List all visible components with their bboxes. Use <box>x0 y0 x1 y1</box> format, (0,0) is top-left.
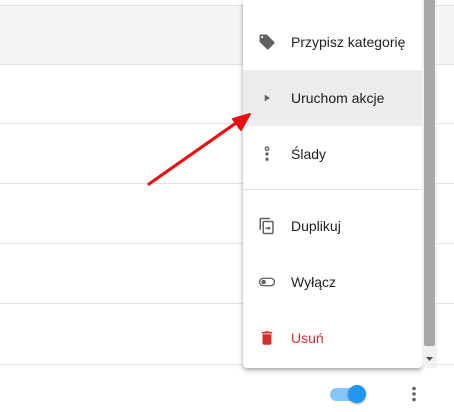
more-options-icon[interactable] <box>404 384 424 404</box>
toggle-thumb <box>348 385 366 403</box>
context-menu: Przypisz kategorię Uruchom akcje Ślady D… <box>243 0 422 368</box>
duplicate-icon <box>258 217 276 235</box>
menu-item-duplicate[interactable]: Duplikuj <box>243 198 422 254</box>
trash-icon <box>258 329 276 347</box>
menu-item-assign-category[interactable]: Przypisz kategorię <box>243 14 422 70</box>
tag-icon <box>258 33 276 51</box>
menu-item-label: Uruchom akcje <box>291 90 385 106</box>
menu-item-run-actions[interactable]: Uruchom akcje <box>243 70 422 126</box>
list-row-last <box>0 365 454 412</box>
menu-item-delete[interactable]: Usuń <box>243 310 422 366</box>
traces-icon <box>258 145 276 163</box>
scroll-down-arrow-icon[interactable] <box>422 352 437 366</box>
menu-item-label: Wyłącz <box>291 274 336 290</box>
menu-item-label: Ślady <box>291 146 327 162</box>
menu-item-label: Przypisz kategorię <box>291 34 406 50</box>
scrollbar-thumb[interactable] <box>424 0 435 346</box>
toggle-off-icon <box>258 273 276 291</box>
menu-item-label: Usuń <box>291 330 324 346</box>
menu-divider <box>243 189 422 190</box>
menu-scrollbar[interactable] <box>422 0 437 368</box>
menu-item-label: Duplikuj <box>291 218 341 234</box>
play-icon <box>258 89 276 107</box>
menu-item-disable[interactable]: Wyłącz <box>243 254 422 310</box>
enable-toggle[interactable] <box>330 385 366 403</box>
menu-item-traces[interactable]: Ślady <box>243 126 422 182</box>
